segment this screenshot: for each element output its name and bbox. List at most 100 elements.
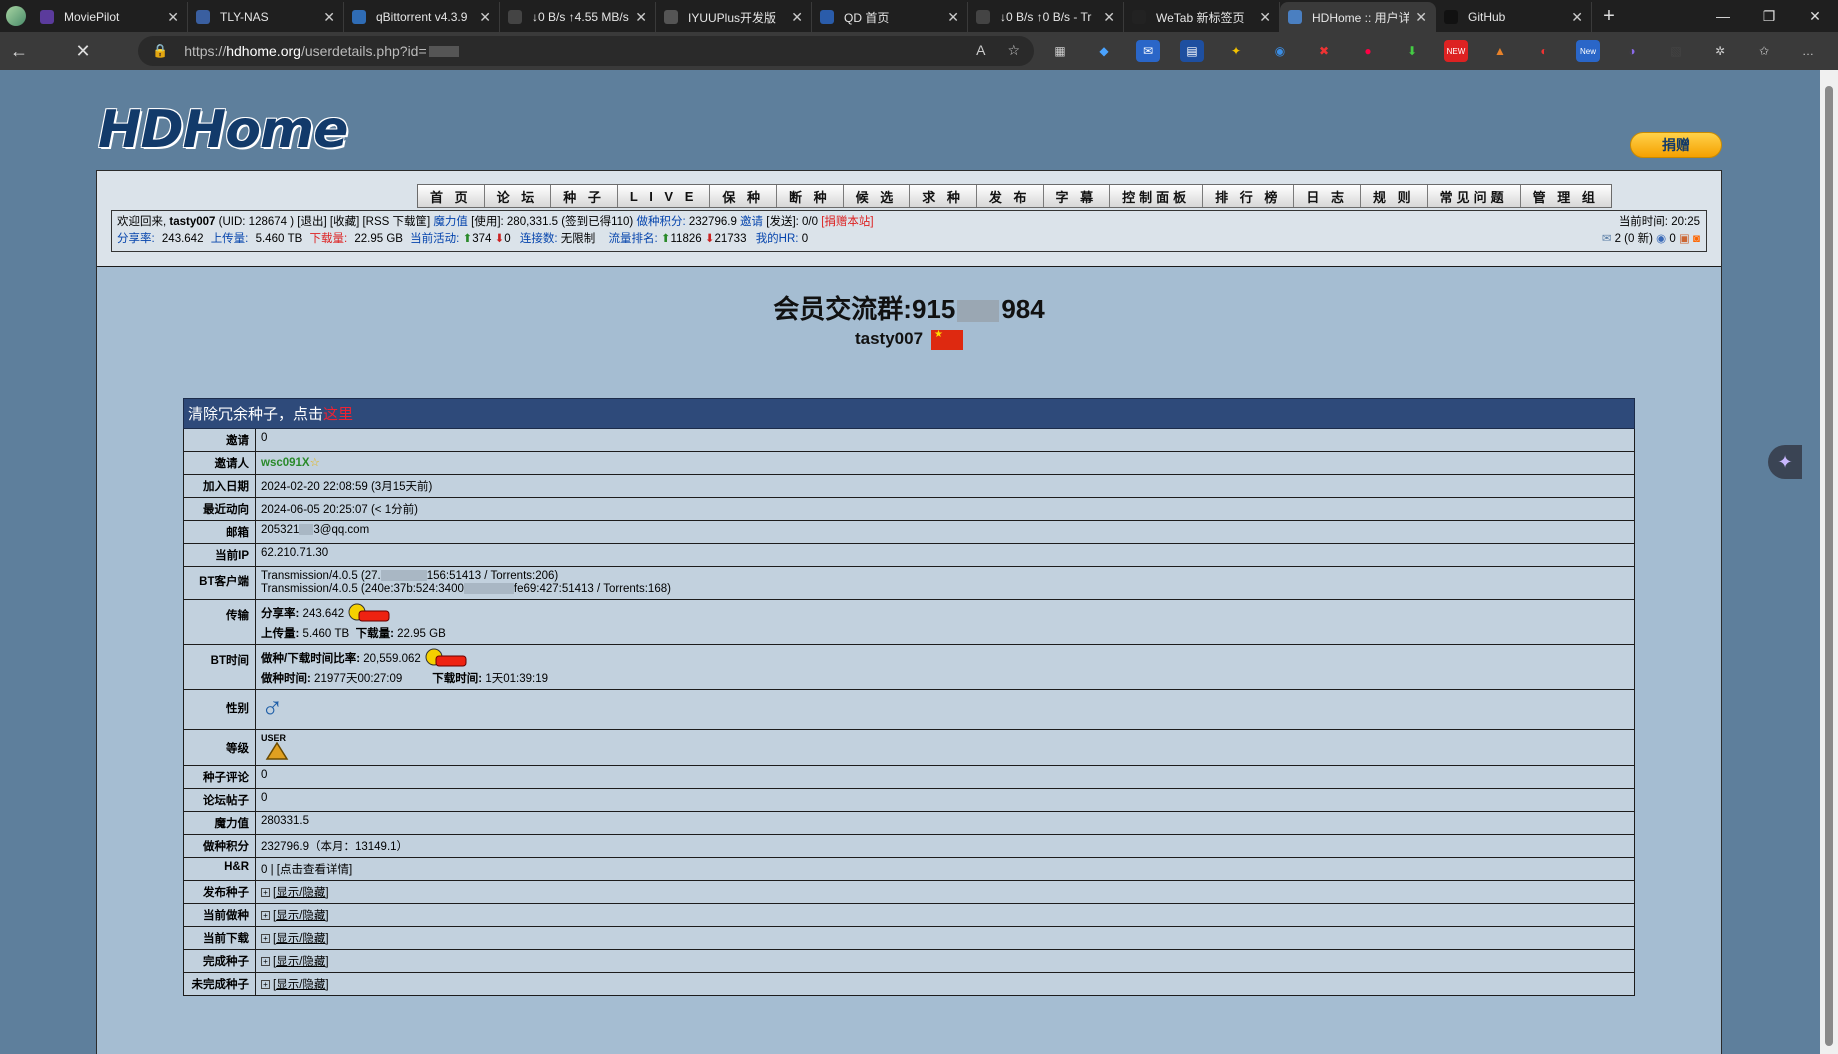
nav-item[interactable]: L I V E (617, 185, 711, 207)
message-count[interactable]: 2 (0 新) (1615, 233, 1653, 245)
extension-icon[interactable]: ● (1356, 40, 1380, 62)
seed-time-value: 21977天00:27:09 (314, 673, 403, 685)
donate-button[interactable]: 捐赠 (1630, 132, 1722, 158)
friends-icon[interactable]: ◉ (1656, 233, 1666, 245)
nav-item[interactable]: 求 种 (910, 185, 977, 207)
tab-close-icon[interactable]: ✕ (947, 9, 959, 26)
copilot-sparkle-icon[interactable]: ✦ (1768, 445, 1802, 479)
notice-link[interactable]: 这里 (323, 406, 353, 423)
incomplete-toggle-link[interactable]: [显示/隐藏] (273, 979, 329, 991)
hr-details-link[interactable]: 0 | [点击查看详情] (255, 857, 1635, 881)
expand-icon[interactable]: + (261, 980, 270, 990)
logout-link[interactable]: [退出] (297, 216, 326, 228)
browser-tab[interactable]: HDHome :: 用户详 ✕ (1280, 2, 1436, 32)
nav-item[interactable]: 候 选 (843, 185, 911, 207)
seeding-toggle-link[interactable]: [显示/隐藏] (273, 910, 329, 922)
nav-item[interactable]: 字 幕 (1043, 185, 1111, 207)
nav-item[interactable]: 管 理 组 (1520, 185, 1611, 207)
nav-item[interactable]: 首 页 (418, 185, 485, 207)
tab-close-icon[interactable]: ✕ (167, 9, 179, 26)
expand-icon[interactable]: + (261, 934, 270, 944)
profile-avatar-icon[interactable] (0, 0, 32, 32)
restore-icon[interactable]: ❐ (1746, 0, 1792, 32)
nav-item[interactable]: 种 子 (551, 185, 618, 207)
tab-close-icon[interactable]: ✕ (1103, 9, 1115, 26)
extensions-puzzle-icon[interactable]: ✲ (1708, 40, 1732, 62)
nav-item[interactable]: 控制面板 (1110, 185, 1204, 207)
favorites-icon[interactable]: ✩ (1752, 40, 1776, 62)
extension-icon[interactable]: ◑ (1620, 40, 1644, 62)
nav-item[interactable]: 发 布 (976, 185, 1044, 207)
extension-icon[interactable]: New (1576, 40, 1600, 62)
scrollbar-thumb[interactable] (1825, 86, 1833, 1046)
extension-icon[interactable]: ✉ (1136, 40, 1160, 62)
stop-loading-icon[interactable]: ✕ (64, 32, 102, 70)
info-username[interactable]: tasty007 (169, 216, 215, 228)
magic-link[interactable]: 魔力值 (433, 216, 468, 228)
table-row: 魔力值 280331.5 (183, 811, 1635, 835)
back-icon[interactable]: ← (0, 32, 38, 70)
favorite-star-icon[interactable]: ☆ (1007, 42, 1020, 59)
minimize-icon[interactable]: — (1700, 0, 1746, 32)
tab-close-icon[interactable]: ✕ (479, 9, 491, 26)
mail-icon[interactable]: ✉ (1602, 233, 1612, 245)
browser-tab[interactable]: IYUUPlus开发版 ✕ (656, 2, 812, 32)
page-scrollbar[interactable] (1820, 70, 1838, 1054)
tab-close-icon[interactable]: ✕ (635, 9, 647, 26)
browser-tab[interactable]: GitHub ✕ (1436, 2, 1592, 32)
tab-close-icon[interactable]: ✕ (791, 9, 803, 26)
more-menu-icon[interactable]: … (1796, 40, 1820, 62)
close-window-icon[interactable]: ✕ (1792, 0, 1838, 32)
rss-icon[interactable]: ◙ (1693, 233, 1700, 245)
extension-icon[interactable]: ◆ (1092, 40, 1116, 62)
lock-icon[interactable]: 🔒 (152, 43, 168, 59)
table-row: 邀请人 wsc091X☆ (183, 451, 1635, 475)
nav-item[interactable]: 规 则 (1361, 185, 1428, 207)
friends-count[interactable]: 0 (1669, 233, 1675, 245)
tab-close-icon[interactable]: ✕ (1571, 9, 1583, 26)
extension-icon[interactable]: ▧ (1664, 40, 1688, 62)
expand-icon[interactable]: + (261, 957, 270, 967)
extension-icon[interactable]: ▦ (1048, 40, 1072, 62)
extension-icon[interactable]: ✖ (1312, 40, 1336, 62)
expand-icon[interactable]: + (261, 911, 270, 921)
rss-link[interactable]: [RSS 下载筐] (362, 216, 430, 228)
hr-link[interactable]: 我的HR: (756, 233, 799, 245)
nav-item[interactable]: 排 行 榜 (1203, 185, 1295, 207)
nav-item[interactable]: 保 种 (710, 185, 777, 207)
extension-icon[interactable]: ▤ (1180, 40, 1204, 62)
invite-link[interactable]: 邀请 (740, 216, 763, 228)
new-tab-button[interactable]: + (1592, 5, 1626, 28)
browser-tab[interactable]: ↓0 B/s ↑0 B/s - Tr ✕ (968, 2, 1124, 32)
extension-icon[interactable]: ◐ (1532, 40, 1556, 62)
read-aloud-icon[interactable]: A (976, 42, 985, 59)
browser-tab[interactable]: QD 首页 ✕ (812, 2, 968, 32)
inviter-link[interactable]: wsc091X (261, 457, 310, 469)
browser-tab[interactable]: ↓0 B/s ↑4.55 MB/s ✕ (500, 2, 656, 32)
extension-icon[interactable]: ⬇ (1400, 40, 1424, 62)
browser-tab[interactable]: TLY-NAS ✕ (188, 2, 344, 32)
address-bar[interactable]: 🔒 https:// hdhome.org /userdetails.php?i… (138, 36, 1034, 66)
nav-item[interactable]: 论 坛 (484, 185, 552, 207)
leeching-toggle-link[interactable]: [显示/隐藏] (273, 933, 329, 945)
nav-item[interactable]: 常见问题 (1427, 185, 1521, 207)
favorites-link[interactable]: [收藏] (330, 216, 359, 228)
browser-tab[interactable]: qBittorrent v4.3.9 ✕ (344, 2, 500, 32)
browser-tab[interactable]: WeTab 新标签页 ✕ (1124, 2, 1280, 32)
completed-toggle-link[interactable]: [显示/隐藏] (273, 956, 329, 968)
extension-icon[interactable]: ✦ (1224, 40, 1248, 62)
browser-tab[interactable]: MoviePilot ✕ (32, 2, 188, 32)
tab-close-icon[interactable]: ✕ (1415, 9, 1427, 26)
donate-link[interactable]: [捐赠本站] (821, 216, 873, 228)
uploaded-toggle-link[interactable]: [显示/隐藏] (273, 887, 329, 899)
site-logo[interactable]: HDHome (98, 100, 348, 160)
tab-close-icon[interactable]: ✕ (1259, 9, 1271, 26)
bookmark-icon[interactable]: ▣ (1679, 233, 1690, 245)
expand-icon[interactable]: + (261, 888, 270, 898)
extension-icon[interactable]: NEW (1444, 40, 1468, 62)
tab-close-icon[interactable]: ✕ (323, 9, 335, 26)
extension-icon[interactable]: ◉ (1268, 40, 1292, 62)
nav-item[interactable]: 日 志 (1294, 185, 1361, 207)
extension-icon[interactable]: ▲ (1488, 40, 1512, 62)
nav-item[interactable]: 断 种 (777, 185, 844, 207)
